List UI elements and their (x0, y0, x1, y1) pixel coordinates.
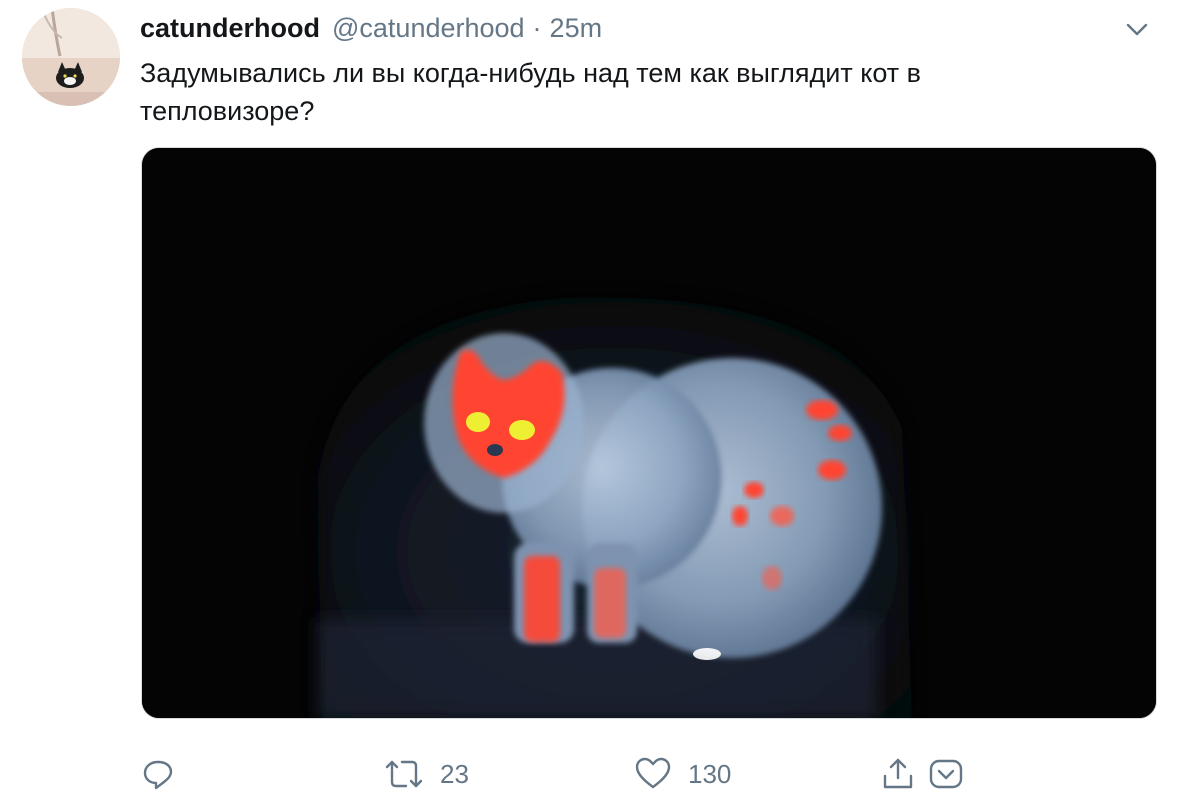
heart-icon (635, 757, 671, 789)
more-options-button[interactable] (1122, 14, 1152, 44)
chevron-down-icon (1126, 23, 1148, 36)
avatar[interactable] (22, 8, 120, 106)
tweet-actions: 23 130 (140, 752, 980, 796)
bookmark-button[interactable] (928, 752, 964, 796)
like-count: 130 (688, 758, 732, 789)
timestamp[interactable]: 25m (550, 13, 603, 44)
thermal-cat-image (142, 148, 1156, 718)
bookmark-icon (929, 759, 963, 789)
tweet-text: Задумывались ли вы когда-нибудь над тем … (140, 58, 922, 126)
share-button[interactable] (880, 752, 916, 796)
share-icon (883, 758, 913, 789)
reply-icon (143, 760, 173, 790)
display-name[interactable]: catunderhood (140, 13, 320, 44)
like-button[interactable]: 130 (634, 752, 731, 796)
user-handle[interactable]: @catunderhood (332, 13, 525, 44)
retweet-button[interactable]: 23 (384, 752, 469, 796)
separator-dot: · (532, 12, 542, 43)
tweet-media[interactable] (141, 147, 1157, 719)
retweet-icon (385, 760, 423, 788)
retweet-count: 23 (440, 758, 469, 789)
reply-button[interactable] (140, 752, 176, 796)
avatar-image (22, 8, 120, 106)
tweet-header: catunderhood @catunderhood · 25m (140, 10, 602, 46)
